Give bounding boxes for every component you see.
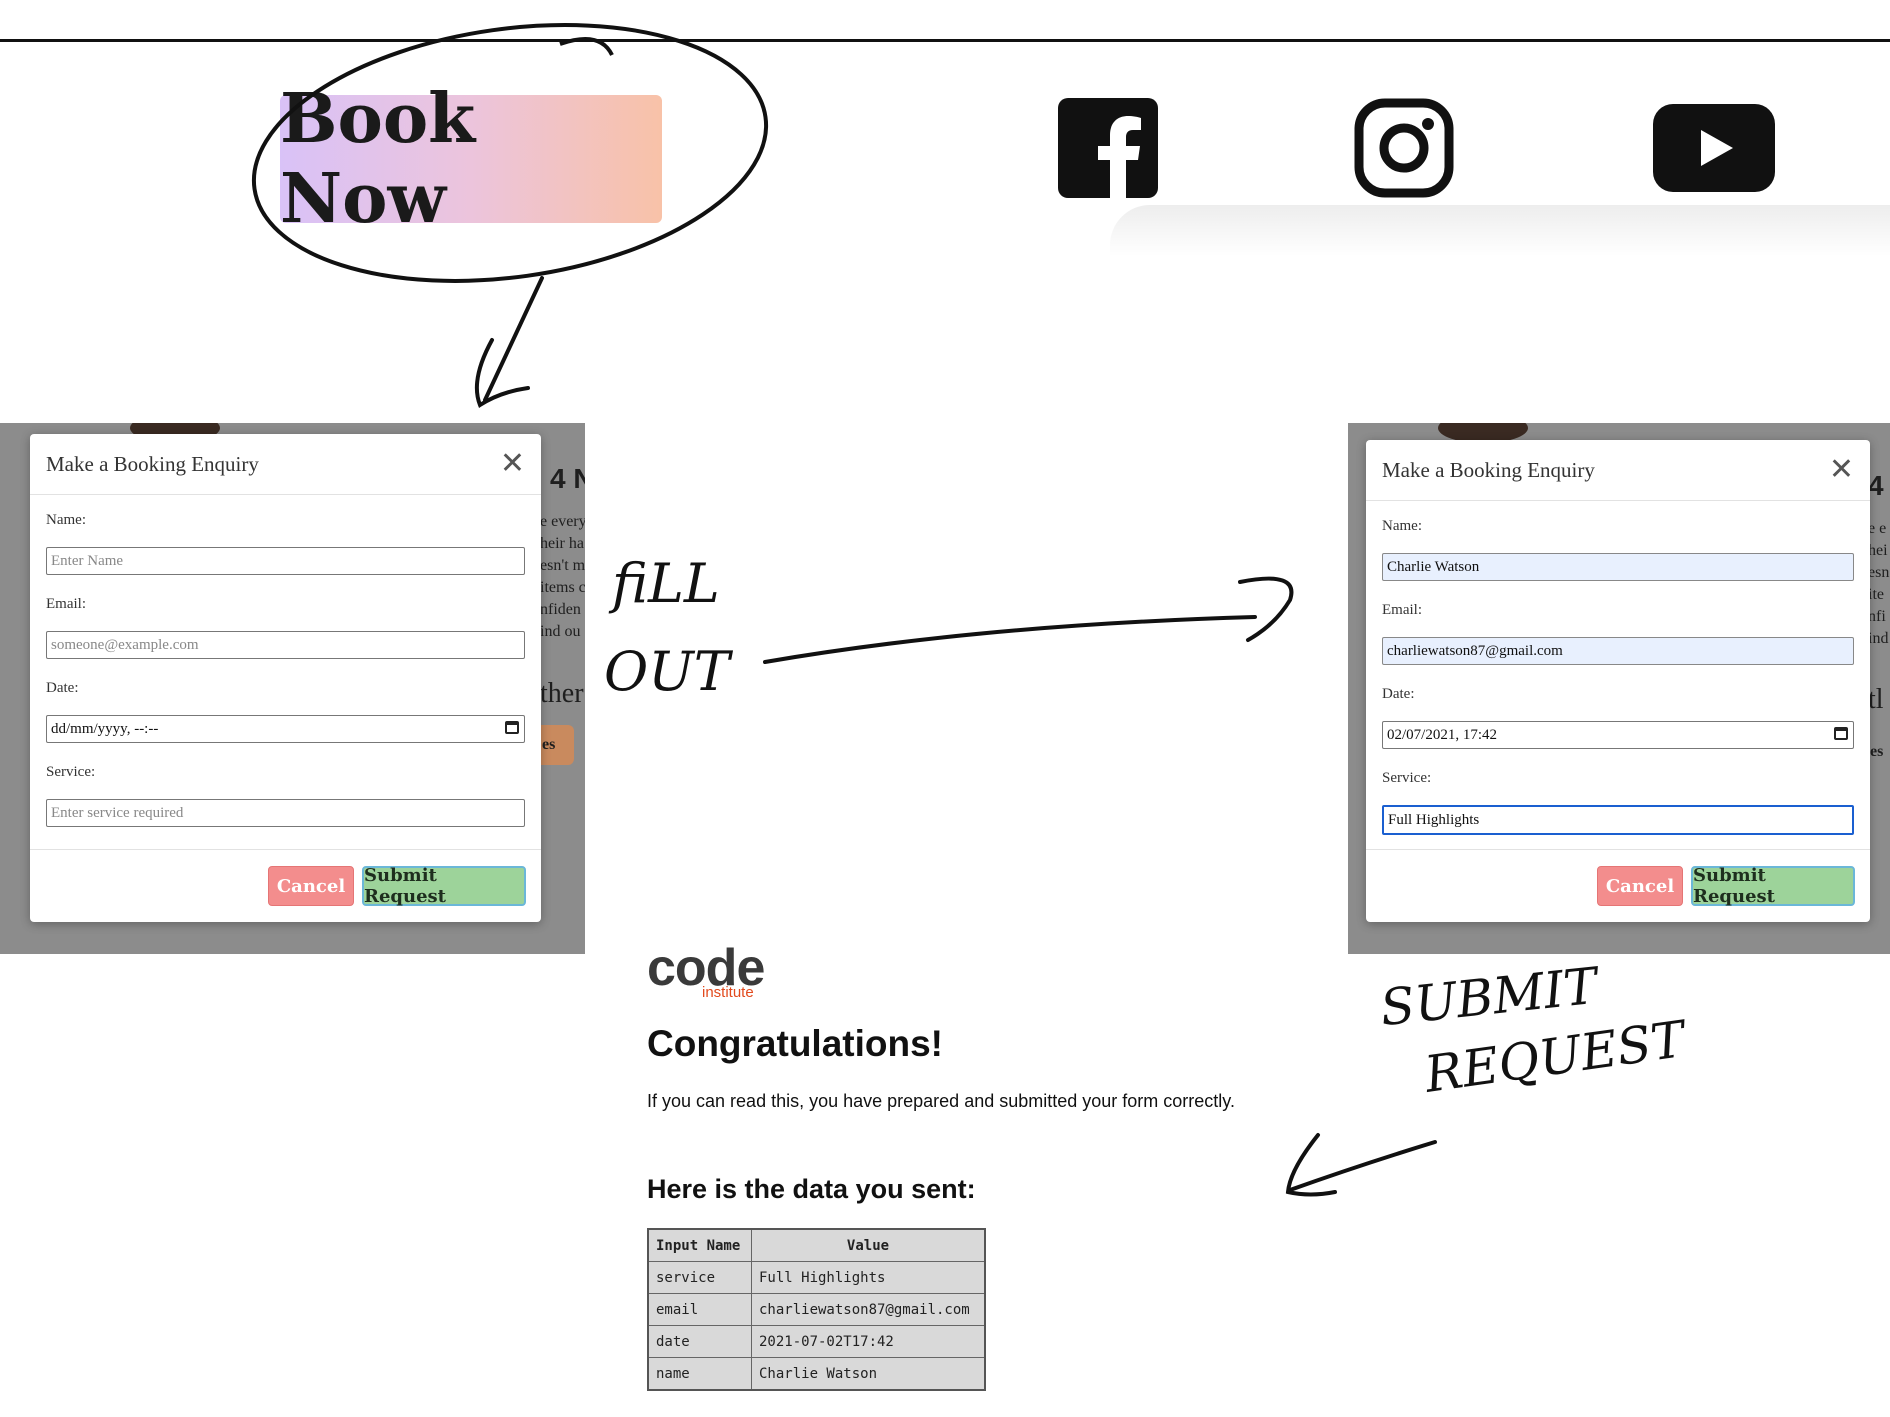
- modal-header: Make a Booking Enquiry ✕: [30, 434, 541, 495]
- table-cell: 2021-07-02T17:42: [751, 1325, 986, 1358]
- table-cell: name: [647, 1357, 752, 1391]
- cancel-button[interactable]: Cancel: [268, 866, 354, 906]
- result-message: If you can read this, you have prepared …: [647, 1091, 1235, 1111]
- column-header-input-name: Input Name: [647, 1228, 752, 1262]
- bg-text-fragment: esn't m: [540, 557, 585, 574]
- table-cell: date: [647, 1325, 752, 1358]
- date-input[interactable]: dd/mm/yyyy, --:--: [46, 715, 525, 743]
- date-label: Date:: [1382, 686, 1415, 702]
- email-label: Email:: [1382, 602, 1422, 618]
- modal-title: Make a Booking Enquiry: [1382, 457, 1595, 482]
- table-row: email charliewatson87@gmail.com: [647, 1293, 986, 1326]
- bg-text-fragment: e every: [540, 513, 585, 530]
- email-input[interactable]: charliewatson87@gmail.com: [1382, 637, 1854, 665]
- fill-out-note-line2: OUT: [604, 640, 730, 703]
- bg-text-fragment: e e: [1868, 520, 1887, 537]
- column-header-value: Value: [751, 1228, 986, 1262]
- bg-text-fragment: nfi: [1868, 608, 1886, 625]
- table-cell: service: [647, 1261, 752, 1294]
- logo-subtitle: institute: [702, 984, 754, 1001]
- modal-backdrop-filled: 4 e e hei esn ite nfi ind tl es Make a B…: [1348, 423, 1890, 954]
- calendar-icon[interactable]: [505, 721, 519, 734]
- service-input[interactable]: Full Highlights: [1382, 805, 1854, 835]
- bg-text-fragment: ite: [1868, 586, 1884, 603]
- bg-button-fragment: es: [1870, 743, 1884, 760]
- modal-footer: Cancel Submit Request: [30, 849, 541, 922]
- table-header-row: Input Name Value: [647, 1228, 986, 1262]
- bg-text-fragment: hei: [1868, 542, 1888, 559]
- service-label: Service:: [1382, 770, 1432, 786]
- close-icon[interactable]: ✕: [500, 449, 525, 479]
- date-value: dd/mm/yyyy, --:--: [51, 721, 159, 737]
- close-icon[interactable]: ✕: [1829, 455, 1854, 485]
- modal-footer: Cancel Submit Request: [1366, 849, 1870, 922]
- data-sent-heading: Here is the data you sent:: [647, 1174, 976, 1204]
- submit-request-button[interactable]: Submit Request: [362, 865, 526, 907]
- bg-text-fragment: heir ha: [540, 535, 584, 552]
- fill-out-note-line1: fiLL: [612, 552, 720, 615]
- name-label: Name:: [46, 512, 86, 528]
- result-heading: Congratulations!: [647, 1023, 943, 1064]
- table-row: service Full Highlights: [647, 1261, 986, 1294]
- table-cell: Full Highlights: [751, 1261, 986, 1294]
- service-input[interactable]: Enter service required: [46, 799, 525, 827]
- bg-text-fragment: esn: [1868, 564, 1890, 581]
- bg-text-fragment: ind ou: [540, 623, 581, 640]
- bg-text-fragment: items c: [540, 579, 585, 596]
- cancel-button[interactable]: Cancel: [1597, 866, 1683, 906]
- modal-body: Name: Enter Name Email: someone@example.…: [30, 495, 541, 827]
- calendar-icon[interactable]: [1834, 727, 1848, 740]
- date-label: Date:: [46, 680, 79, 696]
- bg-button-fragment: es: [540, 725, 574, 765]
- table-cell: Charlie Watson: [751, 1357, 986, 1391]
- modal-header: Make a Booking Enquiry ✕: [1366, 440, 1870, 501]
- date-value: 02/07/2021, 17:42: [1387, 727, 1498, 743]
- bg-text-fragment: ind: [1868, 630, 1889, 647]
- name-input[interactable]: Charlie Watson: [1382, 553, 1854, 581]
- email-input[interactable]: someone@example.com: [46, 631, 525, 659]
- booking-modal-filled: Make a Booking Enquiry ✕ Name: Charlie W…: [1366, 440, 1870, 922]
- modal-backdrop-empty: 4 N e every heir ha esn't m items c nfid…: [0, 423, 585, 954]
- booking-modal-empty: Make a Booking Enquiry ✕ Name: Enter Nam…: [30, 434, 541, 922]
- bg-heading-fragment: tl: [1868, 684, 1884, 715]
- bg-heading-fragment: 4: [1868, 470, 1884, 501]
- modal-body: Name: Charlie Watson Email: charliewatso…: [1366, 501, 1870, 835]
- table-cell: charliewatson87@gmail.com: [751, 1293, 986, 1326]
- bg-heading-fragment: 4 N: [550, 463, 585, 494]
- name-label: Name:: [1382, 518, 1422, 534]
- table-cell: email: [647, 1293, 752, 1326]
- submitted-data-table: Input Name Value service Full Highlights…: [647, 1228, 986, 1391]
- name-input[interactable]: Enter Name: [46, 547, 525, 575]
- bg-text-fragment: nfiden: [540, 601, 581, 618]
- table-row: name Charlie Watson: [647, 1357, 986, 1391]
- submit-request-button[interactable]: Submit Request: [1691, 865, 1855, 907]
- email-label: Email:: [46, 596, 86, 612]
- modal-title: Make a Booking Enquiry: [46, 451, 259, 476]
- date-input[interactable]: 02/07/2021, 17:42: [1382, 721, 1854, 749]
- table-row: date 2021-07-02T17:42: [647, 1325, 986, 1358]
- code-institute-logo: code institute: [647, 938, 765, 1001]
- service-label: Service:: [46, 764, 96, 780]
- bg-heading-fragment: ther: [540, 678, 584, 709]
